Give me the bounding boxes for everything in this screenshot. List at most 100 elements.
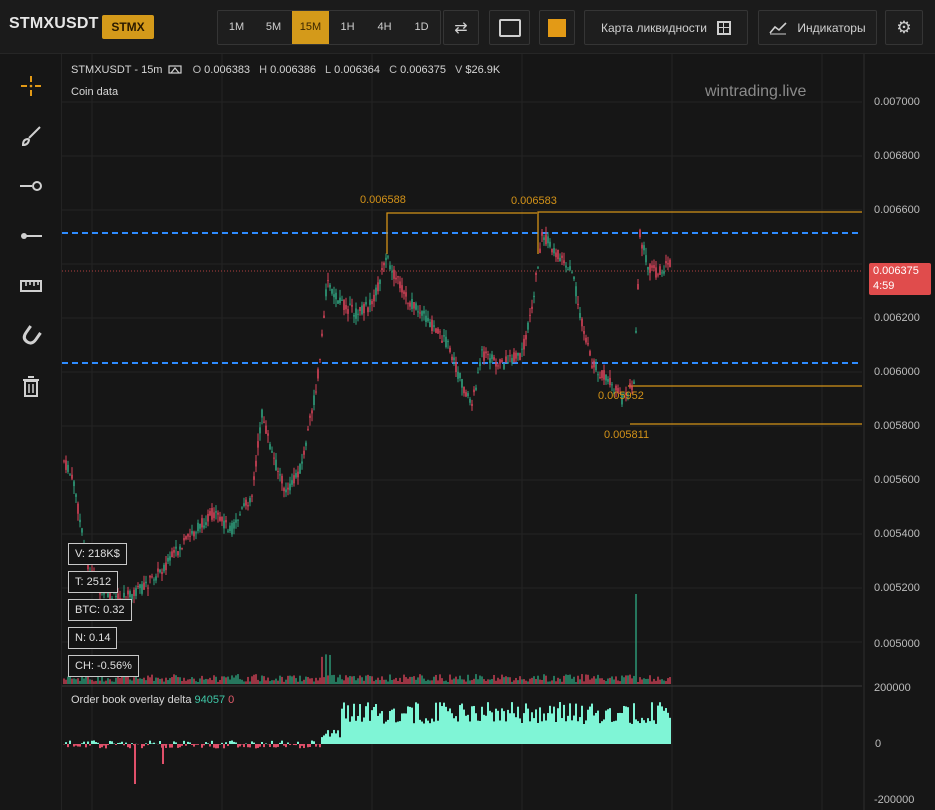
timeframe-1h[interactable]: 1H [329, 11, 366, 44]
candle-body [499, 359, 501, 364]
brush-tool[interactable] [17, 122, 45, 150]
delta-bar [491, 712, 493, 744]
delta-bar [273, 744, 275, 748]
volume-bar [147, 675, 149, 684]
coin-data-label[interactable]: Coin data [71, 86, 118, 98]
delta-bar [301, 744, 303, 746]
delete-drawings-tool[interactable] [17, 372, 45, 400]
open-label: O [192, 64, 202, 76]
timeframe-1m[interactable]: 1M [218, 11, 255, 44]
drawing-tools-panel [0, 54, 62, 810]
candle-body [259, 427, 261, 434]
candle-body [227, 530, 229, 532]
delta-bar [647, 718, 649, 744]
settings-button[interactable]: ⚙ [885, 10, 923, 45]
color-swatch [548, 18, 566, 37]
candle-body [421, 311, 423, 316]
volume-bar [193, 678, 195, 684]
volume-bar [515, 677, 517, 684]
delta-bar [333, 729, 335, 744]
crosshair-tool[interactable] [17, 72, 45, 100]
volume-bar [455, 676, 457, 684]
magnet-tool[interactable] [17, 322, 45, 350]
volume-bar [435, 674, 437, 684]
candle-body [65, 460, 67, 470]
delta-bar [441, 706, 443, 744]
coin-badge[interactable]: STMX [102, 15, 154, 39]
delta-bar [595, 712, 597, 744]
volume-bar [593, 676, 595, 684]
delta-bar [375, 704, 377, 744]
alarm-icon[interactable] [167, 64, 182, 74]
candle-body [467, 393, 469, 397]
volume-bar [603, 680, 605, 684]
candle-body [393, 269, 395, 279]
delta-bar [609, 708, 611, 744]
price-tick: 0.005400 [874, 528, 920, 540]
ruler-tool[interactable] [17, 272, 45, 300]
candle-body [455, 362, 457, 373]
candle-body [521, 348, 523, 350]
candle-body [357, 313, 359, 315]
volume-bar [377, 677, 379, 684]
candle-body [137, 586, 139, 588]
delta-bar [549, 705, 551, 744]
candle-body [637, 284, 639, 290]
candle-body [127, 590, 129, 595]
liquidity-map-button[interactable]: Карта ликвидности [584, 10, 748, 45]
candle-body [151, 576, 153, 578]
volume-bar [67, 676, 69, 684]
delta-bar [293, 744, 295, 746]
indicators-button[interactable]: Индикаторы [758, 10, 877, 45]
candle-body [281, 475, 283, 484]
candle-body [593, 360, 595, 368]
delta-bar [507, 709, 509, 744]
ray-tool[interactable] [17, 172, 45, 200]
horizontal-line-tool[interactable] [17, 222, 45, 250]
candle-body [147, 587, 149, 589]
delta-bar [233, 741, 235, 744]
volume-bar [317, 680, 319, 684]
delta-bar [279, 742, 281, 744]
volume-bar [531, 677, 533, 684]
candle-body [563, 260, 565, 264]
watermark: wintrading.live [705, 83, 807, 100]
delta-bar [651, 702, 653, 744]
delta-bar [265, 743, 267, 744]
timeframe-1d[interactable]: 1D [403, 11, 440, 44]
volume-bar [141, 678, 143, 684]
delta-bar [147, 744, 149, 746]
volume-bar [493, 674, 495, 684]
volume-bar [269, 681, 271, 684]
volume-bar [587, 674, 589, 684]
delta-bar [449, 708, 451, 744]
rectangle-tool-button[interactable] [489, 10, 530, 45]
candle-body [337, 300, 339, 304]
delta-bar [669, 717, 671, 744]
candle-body [143, 582, 145, 590]
delta-bar [581, 705, 583, 744]
delta-bar [503, 711, 505, 744]
swap-button[interactable]: ⇄ [443, 10, 479, 45]
volume-bar [619, 681, 621, 684]
color-picker-button[interactable] [539, 10, 575, 45]
volume-bar [167, 680, 169, 684]
delta-bar [433, 721, 435, 744]
chart-area[interactable]: STMXUSDT - 15m O 0.006383 H 0.006386 L 0.00… [62, 54, 935, 810]
volume-bar [461, 679, 463, 684]
candle-body [275, 459, 277, 471]
timeframe-5m[interactable]: 5M [255, 11, 292, 44]
volume-bar [347, 677, 349, 684]
timeframe-4h[interactable]: 4H [366, 11, 403, 44]
delta-bar [201, 744, 203, 748]
symbol-title[interactable]: STMXUSDT [9, 15, 99, 33]
volume-bar [599, 678, 601, 684]
delta-bar [99, 744, 101, 749]
candle-body [283, 488, 285, 492]
volume-bar [333, 674, 335, 684]
candle-body [565, 265, 567, 268]
timeframe-15m[interactable]: 15M [292, 11, 329, 44]
delta-bar [281, 740, 283, 744]
candle-body [71, 474, 73, 479]
delta-bar [341, 708, 343, 744]
